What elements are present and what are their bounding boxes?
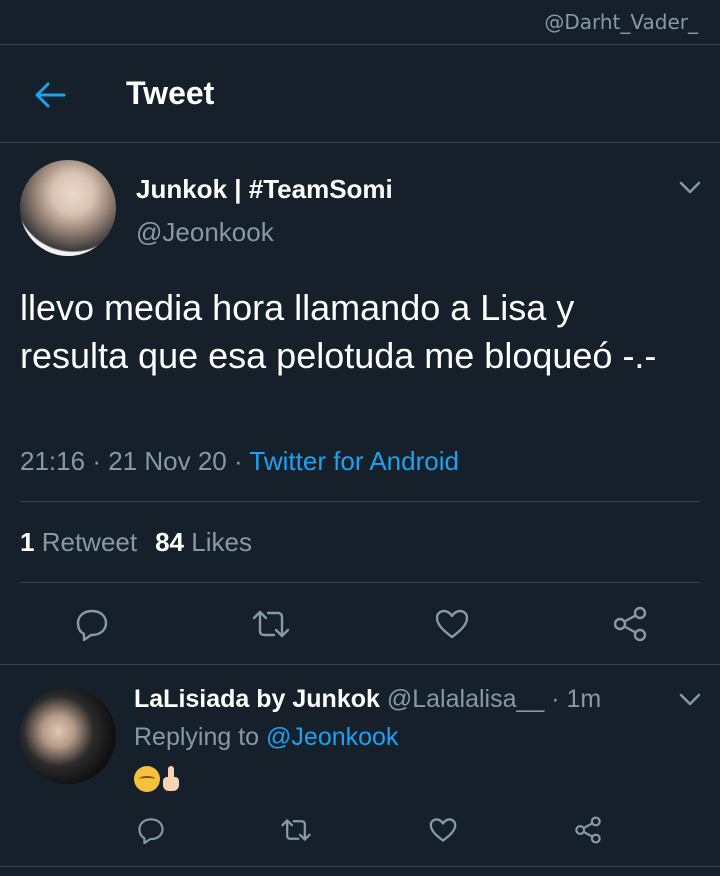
author-name[interactable]: Junkok | #TeamSomi bbox=[136, 174, 393, 205]
tweet-stats: 1 Retweet 84 Likes bbox=[20, 527, 252, 558]
like-button[interactable] bbox=[430, 604, 474, 644]
chevron-down-icon bbox=[679, 693, 701, 706]
retweet-label: Retweet bbox=[41, 527, 138, 557]
reply-icon bbox=[76, 609, 108, 641]
reply-reply-button[interactable] bbox=[132, 812, 170, 848]
reply-time-separator: · bbox=[544, 685, 567, 713]
replying-to-handle[interactable]: @Jeonkook bbox=[266, 723, 398, 751]
retweets-stat[interactable]: 1 Retweet bbox=[20, 527, 137, 557]
reply-text bbox=[134, 762, 180, 793]
meta-separator: · bbox=[233, 446, 243, 476]
reply-author-name[interactable]: LaLisiada by Junkok bbox=[134, 685, 380, 713]
reply-button[interactable] bbox=[70, 604, 114, 644]
tweet-time: 21:16 bbox=[20, 446, 86, 476]
meta-divider bbox=[20, 501, 700, 502]
watermark: @Darht_Vader_ bbox=[544, 10, 698, 34]
reply-icon bbox=[138, 818, 164, 844]
share-icon bbox=[613, 606, 647, 642]
chevron-down-icon bbox=[679, 181, 701, 194]
stats-divider bbox=[20, 582, 700, 583]
retweet-button[interactable] bbox=[249, 604, 293, 644]
page-title: Tweet bbox=[126, 75, 215, 111]
arrow-left-icon bbox=[35, 82, 66, 108]
face-with-hand-over-mouth-emoji bbox=[134, 766, 160, 793]
tweet-menu-button[interactable] bbox=[676, 174, 704, 202]
reply-share-button[interactable] bbox=[569, 812, 607, 848]
share-icon bbox=[575, 816, 601, 844]
reply-header: LaLisiada by Junkok @Lalalalisa__ · 1m bbox=[134, 685, 601, 714]
likes-stat[interactable]: 84 Likes bbox=[155, 527, 252, 557]
retweet-icon bbox=[281, 819, 311, 841]
tweet-source-link[interactable]: Twitter for Android bbox=[249, 446, 459, 476]
like-count: 84 bbox=[155, 527, 185, 557]
reply-author-handle[interactable]: @Lalalalisa__ bbox=[387, 685, 544, 713]
back-button[interactable] bbox=[30, 75, 70, 115]
tweet-text: llevo media hora llamando a Lisa y resul… bbox=[20, 287, 657, 376]
header-divider bbox=[0, 142, 720, 143]
replying-to-label: Replying to bbox=[134, 723, 260, 751]
reply-menu-button[interactable] bbox=[676, 686, 704, 714]
reply-like-button[interactable] bbox=[424, 812, 462, 848]
share-button[interactable] bbox=[608, 604, 652, 644]
reply-author-avatar[interactable] bbox=[20, 688, 116, 784]
tweet-detail-screen: @Darht_Vader_ Tweet Junkok | #TeamSomi @… bbox=[0, 0, 720, 876]
reply-divider bbox=[0, 866, 720, 867]
tweet-date: 21 Nov 20 bbox=[108, 446, 227, 476]
reply-time: 1m bbox=[566, 685, 602, 713]
like-icon bbox=[435, 609, 469, 639]
like-icon bbox=[429, 818, 457, 842]
like-label: Likes bbox=[191, 527, 252, 557]
tweet-meta: 21:16 · 21 Nov 20 · Twitter for Android bbox=[20, 446, 459, 477]
header: Tweet bbox=[0, 45, 720, 142]
author-avatar[interactable] bbox=[20, 160, 116, 256]
retweet-icon bbox=[252, 610, 290, 638]
middle-finger-emoji bbox=[162, 766, 180, 792]
author-handle[interactable]: @Jeonkook bbox=[136, 217, 274, 248]
reply-retweet-button[interactable] bbox=[276, 812, 316, 848]
meta-separator: · bbox=[92, 446, 101, 476]
actions-divider bbox=[0, 664, 720, 665]
replying-to: Replying to @Jeonkook bbox=[134, 723, 398, 752]
retweet-count: 1 bbox=[20, 527, 35, 557]
